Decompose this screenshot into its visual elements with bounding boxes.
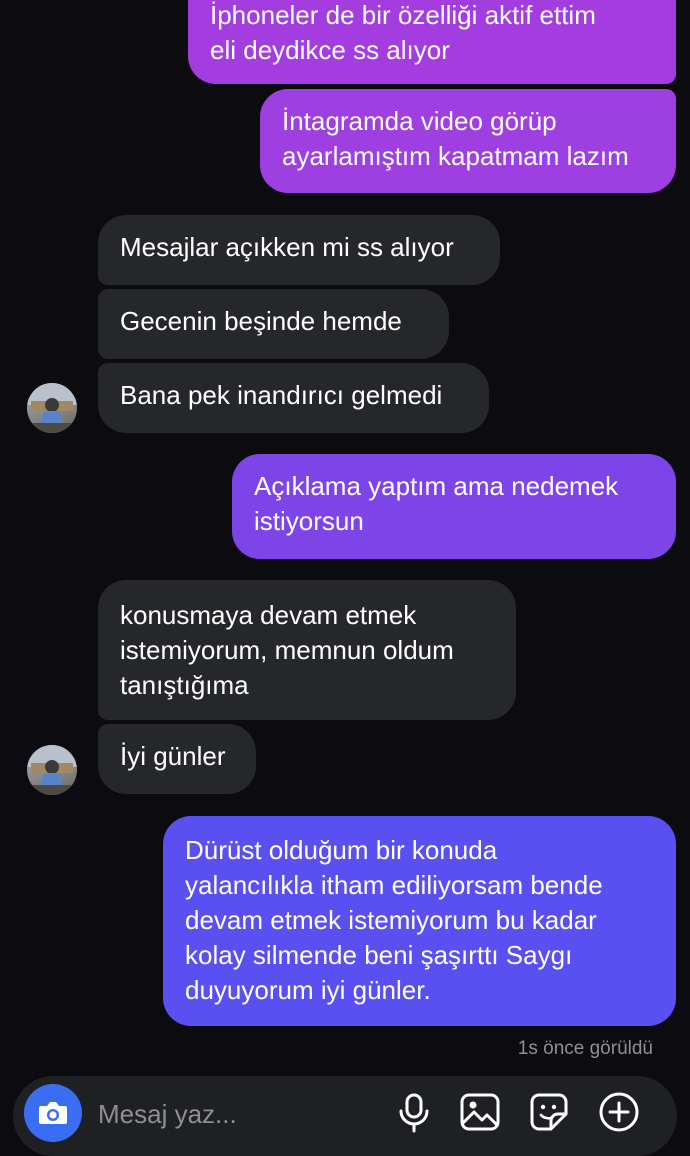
sticker-icon — [530, 1093, 568, 1131]
gallery-button[interactable] — [458, 1090, 502, 1134]
microphone-button[interactable] — [392, 1090, 436, 1134]
contact-avatar[interactable] — [27, 745, 77, 795]
sent-message[interactable]: İntagramda video görüp ayarlamıştım kapa… — [260, 89, 676, 193]
microphone-icon — [399, 1093, 429, 1133]
received-message[interactable]: konusmaya devam etmek istemiyorum, memnu… — [98, 580, 516, 720]
more-options-button[interactable] — [597, 1090, 641, 1134]
received-message[interactable]: Mesajlar açıkken mi ss alıyor — [98, 215, 500, 285]
gallery-icon — [460, 1093, 500, 1131]
sent-message[interactable]: Dürüst olduğum bir konuda yalancılıkla i… — [163, 816, 676, 1026]
camera-icon — [39, 1102, 67, 1124]
received-message[interactable]: İyi günler — [98, 724, 256, 794]
received-message[interactable]: Gecenin beşinde hemde — [98, 289, 449, 359]
message-input[interactable] — [98, 1096, 378, 1132]
sent-message[interactable]: İphoneler de bir özelliği aktif ettim el… — [188, 0, 676, 84]
contact-avatar[interactable] — [27, 383, 77, 433]
received-message[interactable]: Bana pek inandırıcı gelmedi — [98, 363, 489, 433]
camera-button[interactable] — [24, 1084, 82, 1142]
seen-status: 1s önce görüldü — [517, 1038, 653, 1059]
plus-icon — [599, 1092, 639, 1132]
sent-message[interactable]: Açıklama yaptım ama nedemek istiyorsun — [232, 454, 676, 559]
sticker-button[interactable] — [527, 1090, 571, 1134]
